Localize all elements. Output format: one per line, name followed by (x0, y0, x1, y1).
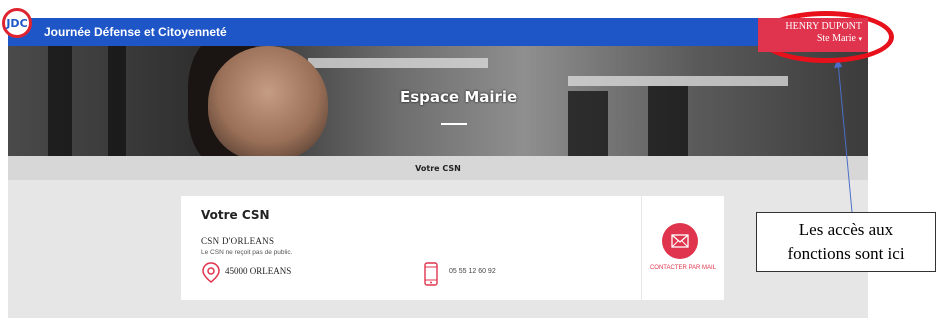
top-bar: Journée Défense et Citoyenneté HENRY DUP… (8, 18, 868, 52)
subnav: Votre CSN (8, 156, 868, 180)
hero-banner: Espace Mairie (8, 46, 868, 156)
hero-bg-pillar (648, 86, 688, 156)
app-title[interactable]: Journée Défense et Citoyenneté (44, 25, 227, 39)
contact-mail-button[interactable] (662, 223, 698, 259)
csn-city: 45000 ORLEANS (225, 266, 292, 276)
mobile-phone-icon (424, 262, 438, 286)
csn-name: CSN D'ORLEANS (201, 236, 275, 246)
hero-bg-light (568, 76, 788, 86)
page: Journée Défense et Citoyenneté HENRY DUP… (8, 18, 868, 318)
annotation-line-2: fonctions sont ici (787, 244, 905, 263)
caret-down-icon: ▾ (858, 35, 862, 43)
annotation-callout: Les accès aux fonctions sont ici (756, 212, 936, 272)
hero-divider (441, 123, 467, 125)
annotation-line-1: Les accès aux (798, 220, 894, 239)
user-name: HENRY DUPONT (785, 21, 862, 32)
location-pin-icon (202, 262, 220, 283)
csn-phone[interactable]: 05 55 12 60 92 (449, 268, 496, 275)
envelope-icon (671, 234, 689, 248)
csn-card: Votre CSN CSN D'ORLEANS Le CSN ne reçoit… (181, 196, 641, 300)
tab-votre-csn[interactable]: Votre CSN (415, 164, 461, 173)
contact-box: CONTACTER PAR MAIL (642, 196, 724, 300)
hero-bg-pillar (48, 46, 72, 156)
hero-bg-pillar (568, 91, 608, 156)
hero-photo-face (208, 46, 328, 156)
user-menu-button[interactable]: HENRY DUPONT Ste Marie ▾ (758, 18, 868, 52)
contact-mail-label[interactable]: CONTACTER PAR MAIL (642, 265, 724, 271)
hero-bg-pillar (108, 46, 126, 156)
jdc-logo[interactable]: JDC (2, 8, 32, 38)
hero-bg-light (308, 58, 488, 68)
hero-title: Espace Mairie (400, 88, 518, 106)
csn-note: Le CSN ne reçoit pas de public. (201, 249, 293, 256)
card-title: Votre CSN (201, 208, 270, 222)
user-org: Ste Marie (816, 33, 856, 44)
